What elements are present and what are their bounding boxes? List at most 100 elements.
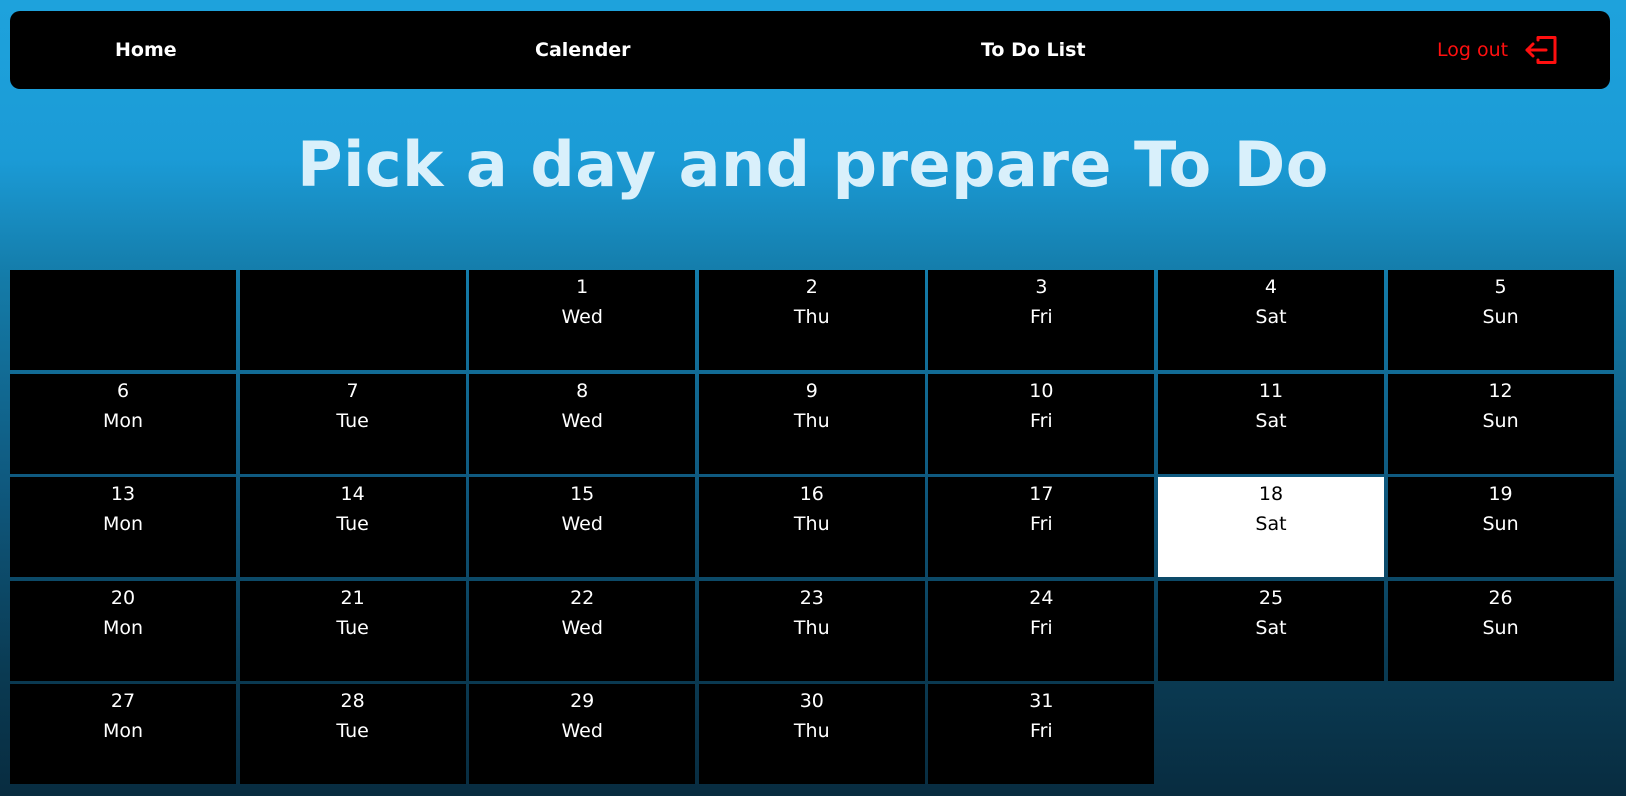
day-weekday: Wed	[561, 306, 603, 328]
calendar-day-18[interactable]: 18 Sat	[1157, 477, 1384, 577]
page-title: Pick a day and prepare To Do	[297, 128, 1329, 201]
day-number: 27	[110, 690, 136, 712]
day-weekday: Thu	[793, 720, 830, 742]
day-number: 24	[1029, 586, 1054, 609]
calendar-day-6[interactable]: 6 Mon	[10, 373, 236, 474]
calendar-day-28[interactable]: 28 Tue	[239, 684, 466, 784]
calendar-day-3[interactable]: 3 Fri	[928, 270, 1155, 370]
day-number: 26	[1488, 586, 1513, 609]
day-weekday: Sun	[1482, 513, 1519, 535]
day-number: 28	[340, 690, 365, 712]
logout-button[interactable]: Log out	[1437, 11, 1558, 89]
calendar-day-31[interactable]: 31 Fri	[928, 684, 1155, 784]
day-weekday: Thu	[793, 513, 830, 535]
day-weekday: Tue	[336, 616, 369, 639]
day-number: 19	[1488, 483, 1513, 505]
day-weekday: Fri	[1030, 720, 1053, 742]
calendar-day-14[interactable]: 14 Tue	[239, 477, 466, 577]
calendar-day-2[interactable]: 2 Thu	[698, 270, 925, 370]
day-weekday: Sun	[1482, 409, 1519, 432]
day-number: 13	[110, 483, 136, 505]
day-weekday: Mon	[102, 513, 144, 535]
day-weekday: Fri	[1030, 513, 1053, 535]
navbar: Home Calender To Do List Log out	[10, 11, 1610, 89]
day-weekday: Thu	[793, 409, 830, 432]
day-weekday: Wed	[561, 409, 603, 432]
calendar-day-9[interactable]: 9 Thu	[698, 373, 925, 474]
calendar-day-8[interactable]: 8 Wed	[469, 373, 696, 474]
calendar-day-26[interactable]: 26 Sun	[1387, 580, 1614, 681]
calendar-day-13[interactable]: 13 Mon	[10, 477, 236, 577]
day-number: 31	[1029, 690, 1054, 712]
calendar-day-30[interactable]: 30 Thu	[698, 684, 925, 784]
day-number: 8	[576, 379, 589, 402]
calendar-day-23[interactable]: 23 Thu	[698, 580, 925, 681]
calendar-day-25[interactable]: 25 Sat	[1157, 580, 1384, 681]
calendar-day-20[interactable]: 20 Mon	[10, 580, 236, 681]
day-number: 15	[570, 483, 595, 505]
day-weekday: Wed	[561, 616, 603, 639]
day-number: 22	[570, 586, 595, 609]
calendar-day-7[interactable]: 7 Tue	[239, 373, 466, 474]
day-weekday: Sat	[1255, 409, 1287, 432]
day-number: 3	[1035, 276, 1048, 298]
day-number: 25	[1258, 586, 1284, 609]
calendar-day-29[interactable]: 29 Wed	[469, 684, 696, 784]
day-weekday: Fri	[1030, 306, 1053, 328]
day-weekday: Sat	[1255, 513, 1287, 535]
calendar-day-19[interactable]: 19 Sun	[1387, 477, 1614, 577]
day-weekday: Mon	[102, 720, 144, 742]
calendar-day-11[interactable]: 11 Sat	[1157, 373, 1384, 474]
day-number: 29	[570, 690, 595, 712]
day-number: 6	[116, 379, 130, 402]
day-number: 5	[1494, 276, 1507, 298]
day-number: 4	[1264, 276, 1278, 298]
calendar-grid: 1 Wed 2 Thu 3 Fri 4 Sat 5 Sun 6 Mon 7 Tue 8 Wed 9 Thu 10 Fr…	[10, 270, 1614, 784]
day-number: 1	[576, 276, 589, 298]
calendar-day-5[interactable]: 5 Sun	[1387, 270, 1614, 370]
day-weekday: Sun	[1482, 616, 1519, 639]
day-number: 17	[1029, 483, 1054, 505]
day-number: 14	[340, 483, 365, 505]
calendar-day-17[interactable]: 17 Fri	[928, 477, 1155, 577]
nav-todo-list-link[interactable]: To Do List	[981, 11, 1086, 89]
calendar-day-27[interactable]: 27 Mon	[10, 684, 236, 784]
calendar-empty-cell	[239, 270, 466, 370]
day-number: 16	[799, 483, 824, 505]
calendar-day-12[interactable]: 12 Sun	[1387, 373, 1614, 474]
calendar-day-21[interactable]: 21 Tue	[239, 580, 466, 681]
day-weekday: Sat	[1255, 306, 1287, 328]
day-number: 30	[799, 690, 824, 712]
day-number: 2	[805, 276, 818, 298]
day-number: 12	[1488, 379, 1513, 402]
day-number: 11	[1258, 379, 1284, 402]
day-weekday: Thu	[793, 306, 830, 328]
day-weekday: Wed	[561, 513, 603, 535]
day-number: 20	[110, 586, 136, 609]
day-weekday: Fri	[1030, 409, 1053, 432]
calendar-day-24[interactable]: 24 Fri	[928, 580, 1155, 681]
day-weekday: Sun	[1482, 306, 1519, 328]
day-weekday: Thu	[793, 616, 830, 639]
calendar-day-16[interactable]: 16 Thu	[698, 477, 925, 577]
day-weekday: Sat	[1255, 616, 1287, 639]
day-weekday: Wed	[561, 720, 603, 742]
calendar-day-4[interactable]: 4 Sat	[1157, 270, 1384, 370]
logout-label: Log out	[1437, 39, 1509, 61]
day-weekday: Tue	[336, 409, 369, 432]
day-number: 18	[1258, 483, 1284, 505]
day-number: 10	[1029, 379, 1054, 402]
nav-calendar-link[interactable]: Calender	[535, 11, 631, 89]
day-number: 23	[799, 586, 824, 609]
nav-home-link[interactable]: Home	[115, 11, 177, 89]
calendar-day-1[interactable]: 1 Wed	[469, 270, 696, 370]
day-weekday: Mon	[102, 409, 144, 432]
day-weekday: Mon	[102, 616, 144, 639]
calendar-day-10[interactable]: 10 Fri	[928, 373, 1155, 474]
day-number: 7	[346, 379, 359, 402]
day-number: 21	[340, 586, 365, 609]
calendar-day-15[interactable]: 15 Wed	[469, 477, 696, 577]
calendar-empty-cell	[10, 270, 236, 370]
calendar-day-22[interactable]: 22 Wed	[469, 580, 696, 681]
day-weekday: Tue	[336, 720, 369, 742]
